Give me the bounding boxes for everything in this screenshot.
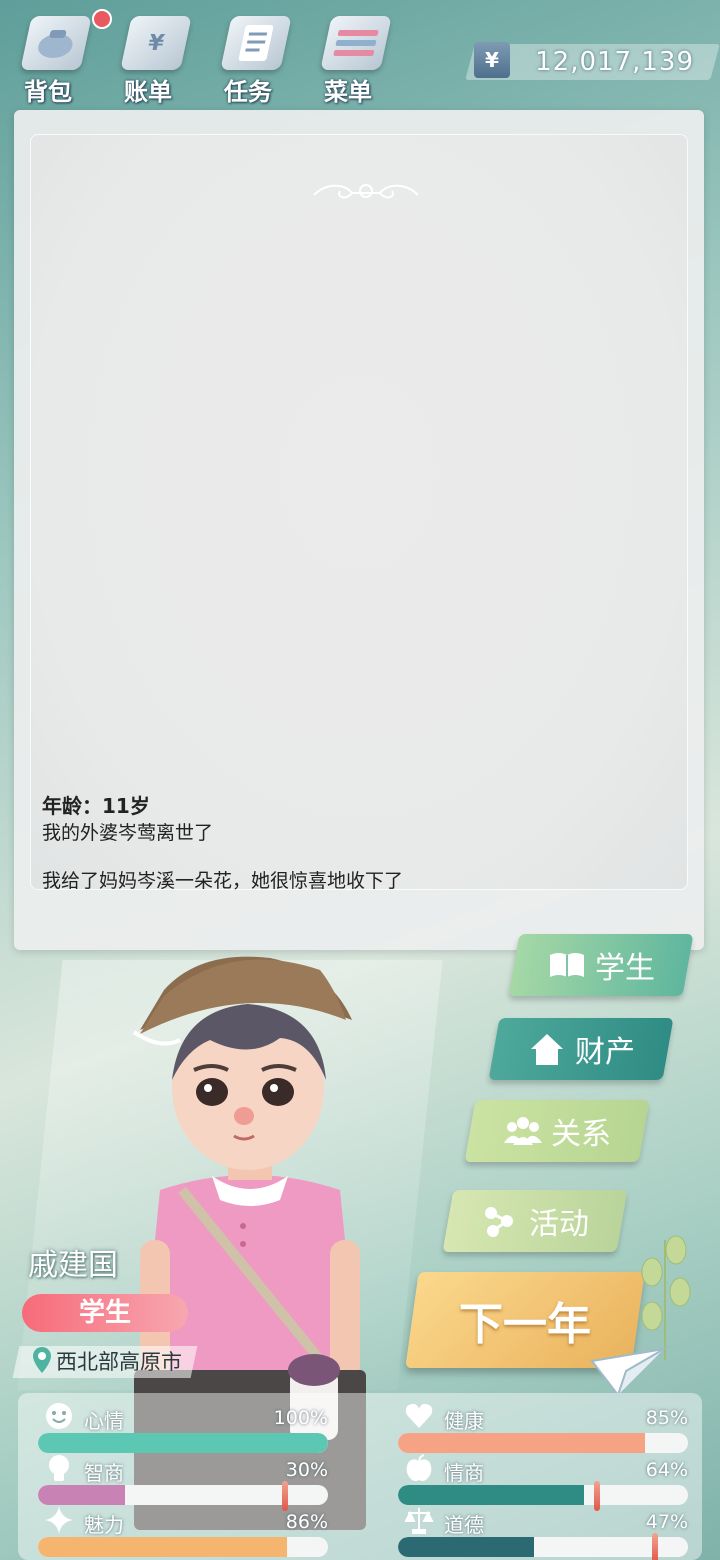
menu-icon (320, 16, 392, 70)
bag-label: 背包 (24, 78, 72, 106)
heart-icon (405, 1403, 433, 1428)
stat-bar-fill (398, 1485, 584, 1505)
apple-icon (406, 1454, 432, 1481)
event-log-frame (30, 134, 688, 890)
character-job-badge: 学生 (22, 1294, 188, 1332)
relations-button[interactable]: 关系 (464, 1100, 650, 1162)
stat-bar (38, 1537, 328, 1557)
stat-bar (398, 1433, 688, 1453)
event-line: 我的外婆岑莺离世了 (42, 822, 214, 844)
book-icon (550, 953, 584, 977)
location-pin-icon (33, 1347, 51, 1373)
stat-bar-fill (38, 1433, 328, 1453)
bill-label: 账单 (124, 78, 172, 106)
leaves-decoration-icon (641, 1235, 691, 1360)
task-label: 任务 (224, 78, 272, 106)
location-text: 西北部高原市 (56, 1350, 182, 1374)
yen-icon: ¥ (474, 42, 510, 78)
stats-panel: 心情 100% 健康 85% 智商 30% 情商 64% 魅力 86% 道德 4… (18, 1393, 702, 1560)
stat-value: 85% (645, 1407, 688, 1429)
stat-marker (652, 1533, 658, 1560)
stat-value: 64% (645, 1459, 688, 1481)
relations-label: 关系 (551, 1117, 611, 1152)
stat-value: 47% (645, 1511, 688, 1533)
property-button[interactable]: 财产 (488, 1018, 674, 1080)
stat-bar (398, 1537, 688, 1557)
event-log-text: 年龄：11岁 我的外婆岑莺离世了 我给了妈妈岑溪一朵花，她很惊喜地收下了 (42, 790, 662, 896)
bill-button[interactable]: ¥ 账单 (108, 8, 198, 106)
stat-label: 智商 (84, 1461, 124, 1485)
menu-label: 菜单 (324, 78, 372, 106)
stat-eq: 情商 64% (398, 1451, 692, 1511)
stat-label: 健康 (444, 1409, 484, 1433)
ornament-icon (313, 184, 419, 199)
smile-icon (46, 1403, 72, 1429)
scales-icon (404, 1508, 434, 1534)
activity-icon (485, 1207, 513, 1237)
next-year-label: 下一年 (459, 1299, 591, 1350)
stat-bar-fill (398, 1537, 535, 1557)
people-icon (504, 1117, 542, 1145)
stat-health: 健康 85% (398, 1399, 692, 1453)
character-name: 戚建国 (28, 1248, 118, 1283)
study-button[interactable]: 学生 (508, 934, 694, 996)
activity-button[interactable]: 活动 (442, 1190, 628, 1252)
house-icon (531, 1034, 563, 1065)
stat-bar-fill (38, 1537, 288, 1557)
stat-iq: 智商 30% (38, 1451, 332, 1511)
study-label: 学生 (595, 951, 655, 986)
stat-value: 86% (285, 1511, 328, 1533)
stat-label: 道德 (444, 1513, 484, 1537)
top-bar: 背包 ¥ 账单 任务 菜单 ¥ 12,017,139 (0, 0, 720, 106)
sparkle-icon (45, 1506, 73, 1534)
task-icon (220, 16, 292, 70)
stat-bar (38, 1433, 328, 1453)
stat-bar-fill (38, 1485, 125, 1505)
property-label: 财产 (575, 1035, 635, 1070)
stat-mood: 心情 100% (38, 1399, 332, 1453)
task-button[interactable]: 任务 (208, 8, 298, 106)
event-log-panel: 年龄：11岁 我的外婆岑莺离世了 我给了妈妈岑溪一朵花，她很惊喜地收下了 (14, 110, 704, 950)
event-line: 我给了妈妈岑溪一朵花，她很惊喜地收下了 (42, 870, 404, 892)
bag-button[interactable]: 背包 (8, 8, 112, 106)
menu-button[interactable]: 菜单 (308, 8, 398, 106)
age-line: 年龄：11岁 (42, 794, 150, 818)
lightbulb-icon (49, 1455, 69, 1481)
stat-bar-fill (398, 1433, 645, 1453)
stat-value: 100% (273, 1407, 328, 1429)
stat-charm: 魅力 86% (38, 1503, 332, 1557)
stat-morality: 道德 47% (398, 1503, 692, 1560)
bill-icon: ¥ (120, 16, 192, 70)
stat-label: 情商 (444, 1461, 484, 1485)
money-value: 12,017,139 (535, 47, 694, 77)
bag-icon (20, 16, 92, 70)
stat-label: 魅力 (84, 1513, 124, 1537)
stat-value: 30% (285, 1459, 328, 1481)
stat-label: 心情 (84, 1409, 124, 1433)
stat-bar (398, 1485, 688, 1505)
activity-label: 活动 (529, 1207, 589, 1242)
